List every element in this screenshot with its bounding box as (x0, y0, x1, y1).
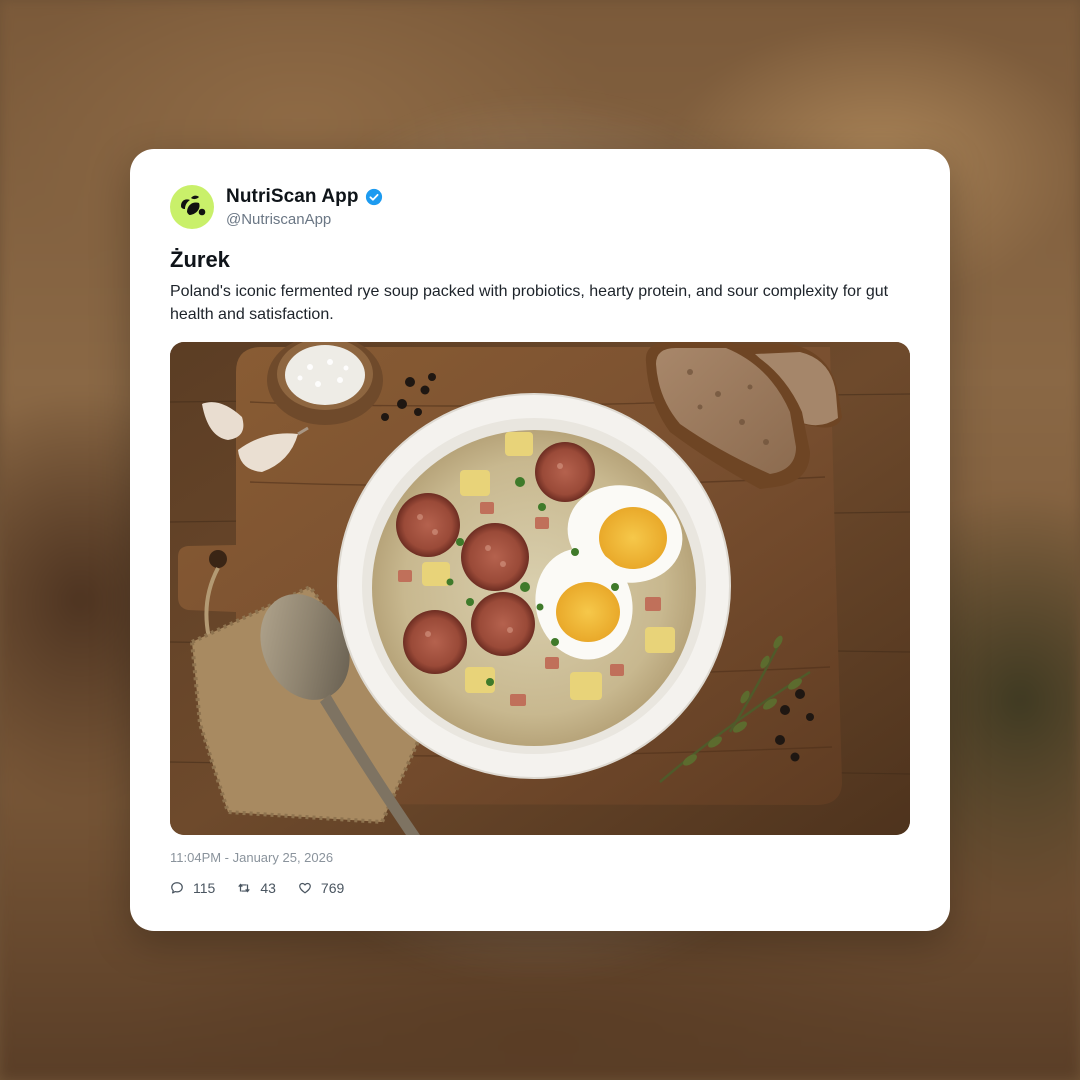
author-info: NutriScan App @NutriscanApp (226, 186, 383, 228)
soup-photo-illustration (170, 342, 910, 835)
post-header: NutriScan App @NutriscanApp (170, 185, 383, 229)
post-image[interactable] (170, 342, 910, 835)
name-row: NutriScan App (226, 186, 383, 208)
verified-check-icon (365, 188, 382, 206)
post-title: Żurek (170, 247, 230, 272)
reply-count: 115 (193, 880, 216, 896)
repost-icon (238, 883, 251, 893)
post-card: NutriScan App @NutriscanApp Żurek Poland… (130, 149, 950, 931)
author-handle[interactable]: @NutriscanApp (226, 211, 383, 228)
post-actions: 115 43 769 (170, 880, 366, 896)
author-display-name[interactable]: NutriScan App (226, 186, 359, 208)
avatar[interactable] (170, 185, 214, 229)
comment-icon (171, 882, 183, 894)
leaf-logo-icon (181, 195, 206, 216)
like-count: 769 (320, 880, 345, 896)
post-timestamp[interactable]: 11:04PM - January 25, 2026 (170, 850, 333, 865)
post-description: Poland's iconic fermented rye soup packe… (170, 283, 889, 323)
repost-button[interactable]: 43 (237, 880, 276, 896)
heart-icon (299, 882, 311, 894)
like-button[interactable]: 769 (298, 880, 344, 896)
reply-button[interactable]: 115 (170, 880, 215, 896)
repost-count: 43 (260, 880, 276, 896)
